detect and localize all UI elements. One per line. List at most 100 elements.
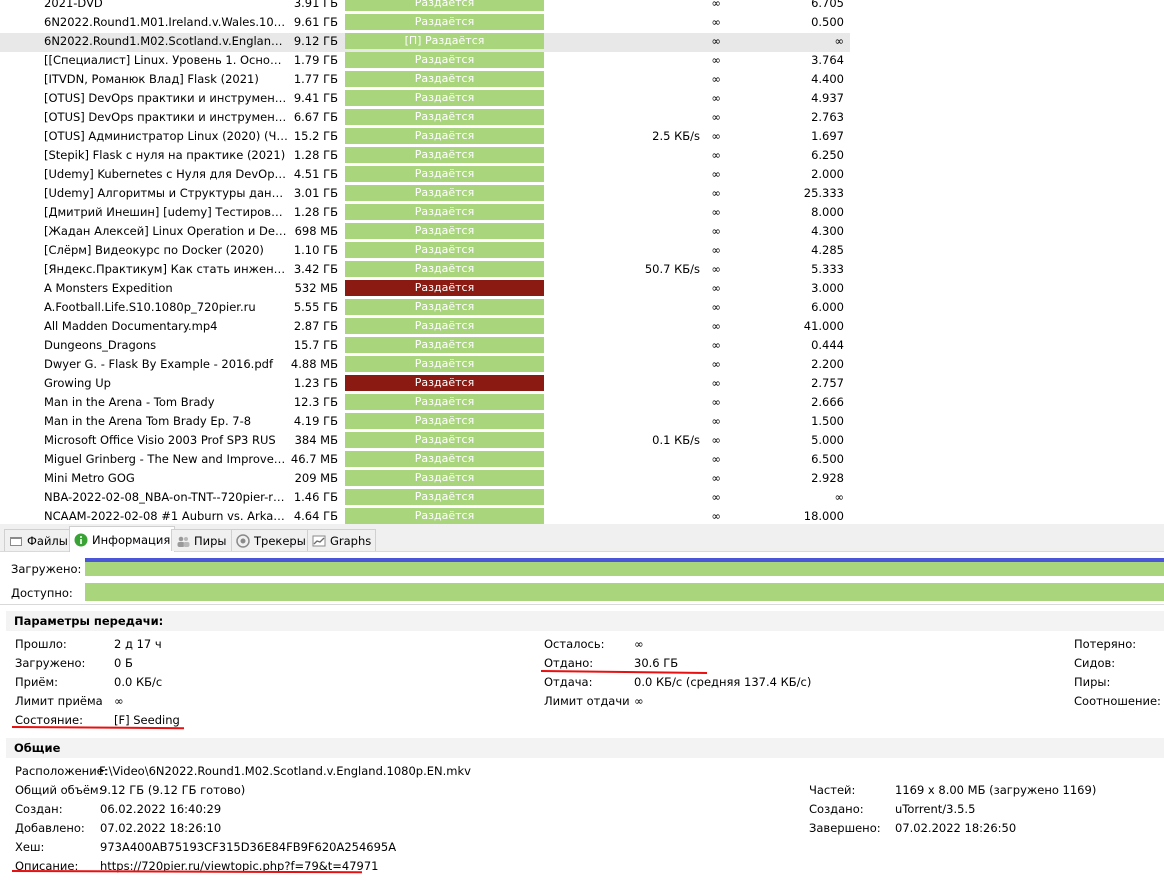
torrent-name: [OTUS] DevOps практики и инструменты (..… <box>44 110 288 124</box>
torrent-row[interactable]: [OTUS] DevOps практики и инструменты (..… <box>0 109 850 128</box>
torrent-row[interactable]: A Monsters Expedition 532 МБ Раздаётся ∞ 3.0… <box>0 280 850 299</box>
torrent-name: Man in the Arena Tom Brady Ep. 7-8 <box>44 414 252 428</box>
torrent-row[interactable]: [Яндекс.Практикум] Как стать инженером..… <box>0 261 850 280</box>
torrent-ratio: 6.000 <box>811 300 844 314</box>
torrent-eta: ∞ <box>711 471 721 485</box>
torrent-row[interactable]: Growing Up 1.23 ГБ Раздаётся ∞ 2.757 <box>0 375 850 394</box>
torrent-row[interactable]: [Stepik] Flask с нуля на практике (2021)… <box>0 147 850 166</box>
torrent-ratio: 25.333 <box>803 186 844 200</box>
torrent-status: Раздаётся <box>345 0 544 11</box>
torrent-eta: ∞ <box>711 186 721 200</box>
torrent-row[interactable]: [Жадан Алексей] Linux Operation и DevOp.… <box>0 223 850 242</box>
torrent-row[interactable]: [[Специалист] Linux. Уровень 1. Основы а… <box>0 52 850 71</box>
torrent-row[interactable]: Man in the Arena Tom Brady Ep. 7-8 4.19 Г… <box>0 413 850 432</box>
torrent-upload-speed <box>610 52 700 71</box>
torrent-upload-speed <box>610 508 700 524</box>
torrent-name: 6N2022.Round1.M01.Ireland.v.Wales.1080p.… <box>44 15 288 29</box>
torrent-name: A.Football.Life.S10.1080p_720pier.ru <box>44 300 256 314</box>
torrent-status: Раздаётся <box>345 470 544 486</box>
pieces-label: Частей: <box>809 783 856 797</box>
torrent-row[interactable]: [Udemy] Kubernetes с Нуля для DevOps И..… <box>0 166 850 185</box>
tab-peers-label: Пиры <box>194 533 227 548</box>
torrent-ratio: 2.757 <box>811 376 844 390</box>
torrent-row[interactable]: Dungeons_Dragons 15.7 ГБ Раздаётся ∞ 0.444 <box>0 337 850 356</box>
torrent-name: [OTUS] DevOps практики и инструменты <box>44 91 288 105</box>
torrent-size: 3.42 ГБ <box>293 262 338 276</box>
transfer-section-title: Параметры передачи: <box>6 611 1164 631</box>
torrent-eta: ∞ <box>711 281 721 295</box>
torrent-upload-speed <box>610 109 700 128</box>
torrent-status: Раздаётся <box>345 128 544 144</box>
torrent-row[interactable]: Microsoft Office Visio 2003 Prof SP3 RUS… <box>0 432 850 451</box>
tab-graphs[interactable]: Graphs <box>307 529 377 551</box>
tab-trackers[interactable]: Трекеры <box>231 529 311 551</box>
torrent-eta: ∞ <box>711 53 721 67</box>
torrent-upload-speed <box>610 470 700 489</box>
torrent-status: Раздаётся <box>345 451 544 467</box>
downloaded-label: Загружено: <box>15 656 86 670</box>
receive-label: Приём: <box>15 675 59 689</box>
torrent-upload-speed <box>610 71 700 90</box>
torrent-row[interactable]: 6N2022.Round1.M01.Ireland.v.Wales.1080p.… <box>0 14 850 33</box>
torrent-row[interactable]: [OTUS] DevOps практики и инструменты 9.41… <box>0 90 850 109</box>
torrent-status: Раздаётся <box>345 109 544 125</box>
lost-label: Потеряно: <box>1074 637 1137 651</box>
total-size-label: Общий объём: <box>15 783 103 797</box>
torrent-ratio: 4.937 <box>811 91 844 105</box>
torrent-ratio: 3.764 <box>811 53 844 67</box>
torrent-eta: ∞ <box>711 300 721 314</box>
peers-label: Пиры: <box>1074 675 1111 689</box>
torrent-size: 4.64 ГБ <box>293 509 338 523</box>
torrent-name: 2021-DVD <box>44 0 103 10</box>
torrent-size: 2.87 ГБ <box>293 319 338 333</box>
torrent-status: Раздаётся <box>345 432 544 448</box>
torrent-size: 1.79 ГБ <box>293 53 338 67</box>
torrent-ratio: 2.763 <box>811 110 844 124</box>
tab-trackers-label: Трекеры <box>254 533 306 548</box>
torrent-ratio: 4.285 <box>811 243 844 257</box>
torrent-size: 384 МБ <box>294 433 338 447</box>
torrent-status: Раздаётся <box>345 166 544 182</box>
tab-files[interactable]: Файлы <box>4 529 73 551</box>
torrent-row[interactable]: Mini Metro GOG 209 МБ Раздаётся ∞ 2.928 <box>0 470 850 489</box>
torrent-eta: ∞ <box>711 262 721 276</box>
torrent-eta: ∞ <box>711 319 721 333</box>
torrent-status: Раздаётся <box>345 90 544 106</box>
torrent-row[interactable]: All Madden Documentary.mp4 2.87 ГБ Раздаёт… <box>0 318 850 337</box>
torrent-row[interactable]: Dwyer G. - Flask By Example - 2016.pdf 4.… <box>0 356 850 375</box>
torrent-list[interactable]: 2021-DVD 3.91 ГБ Раздаётся ∞ 6.705 6N2022.Rou… <box>0 0 1164 524</box>
ratio-label: Соотношение: <box>1074 694 1161 708</box>
torrent-row[interactable]: Man in the Arena - Tom Brady 12.3 ГБ Разда… <box>0 394 850 413</box>
torrent-row[interactable]: [ITVDN, Романюк Влад] Flask (2021) 1.77 Г… <box>0 71 850 90</box>
torrent-row[interactable]: Miguel Grinberg - The New and Improved F… <box>0 451 850 470</box>
torrent-row[interactable]: [Слёрм] Видеокурс по Docker (2020) 1.10 Г… <box>0 242 850 261</box>
peers-icon <box>176 534 190 548</box>
state-label: Состояние: <box>15 713 83 727</box>
remaining-label: Осталось: <box>544 637 605 651</box>
torrent-size: 209 МБ <box>294 471 338 485</box>
downloaded-bar-label: Загружено: <box>11 562 82 576</box>
torrent-upload-speed <box>610 0 700 14</box>
torrent-status: Раздаётся <box>345 337 544 353</box>
torrent-row[interactable]: [OTUS] Администратор Linux (2020) (Часть… <box>0 128 850 147</box>
torrent-name: [Udemy] Kubernetes с Нуля для DevOps И..… <box>44 167 288 181</box>
torrent-row[interactable]: A.Football.Life.S10.1080p_720pier.ru 5.55… <box>0 299 850 318</box>
torrent-ratio: 5.333 <box>811 262 844 276</box>
torrent-row[interactable]: 2021-DVD 3.91 ГБ Раздаётся ∞ 6.705 <box>0 0 850 14</box>
hash-label: Хеш: <box>15 840 45 854</box>
torrent-row[interactable]: [Дмитрий Инешин] [udemy] Тестировани... 1… <box>0 204 850 223</box>
torrent-row[interactable]: NCAAM-2022-02-08 #1 Auburn vs. Arkansa..… <box>0 508 850 524</box>
torrent-ratio: 2.000 <box>811 167 844 181</box>
tab-info[interactable]: Информация <box>69 526 176 552</box>
torrent-row[interactable]: [Udemy] Алгоритмы и Структуры данных ...… <box>0 185 850 204</box>
torrent-name: Man in the Arena - Tom Brady <box>44 395 215 409</box>
torrent-ratio: 4.300 <box>811 224 844 238</box>
torrent-ratio: 6.705 <box>811 0 844 10</box>
added-label: Добавлено: <box>15 821 85 835</box>
torrent-row[interactable]: 6N2022.Round1.M02.Scotland.v.England.10.… <box>0 33 850 52</box>
tab-peers[interactable]: Пиры <box>171 529 232 551</box>
torrent-name: [[Специалист] Linux. Уровень 1. Основы а… <box>44 53 288 67</box>
general-section-title: Общие <box>6 738 1164 758</box>
torrent-eta: ∞ <box>711 205 721 219</box>
torrent-row[interactable]: NBA-2022-02-08_NBA-on-TNT--720pier-ru...… <box>0 489 850 508</box>
